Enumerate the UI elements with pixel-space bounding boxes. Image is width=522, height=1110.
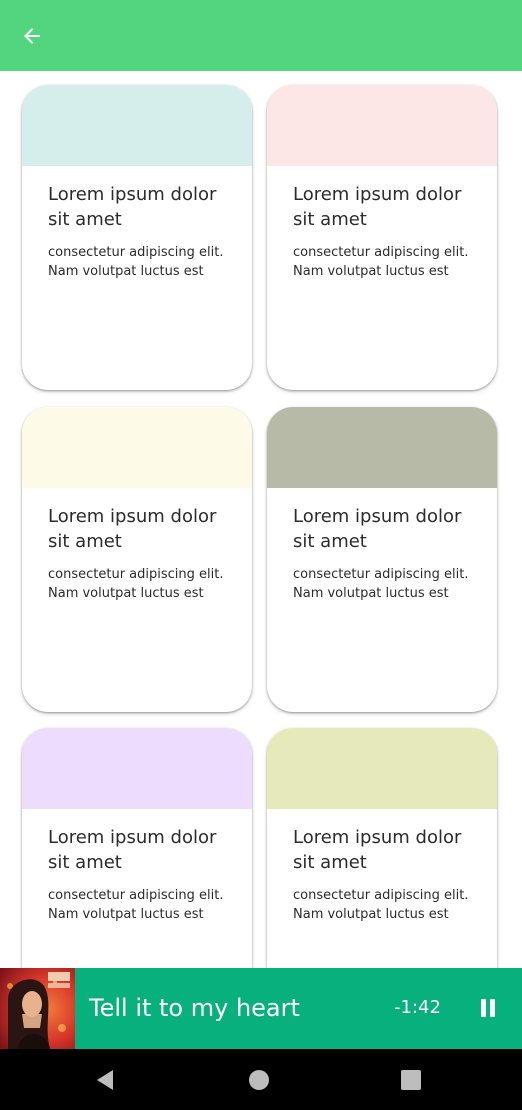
card-color-header bbox=[22, 85, 252, 166]
app-bar bbox=[0, 0, 522, 71]
card[interactable]: Lorem ipsum dolor sit amet consectetur a… bbox=[22, 85, 252, 390]
home-circle-icon bbox=[249, 1070, 269, 1090]
now-playing-bar[interactable]: Tell it to my heart -1:42 bbox=[0, 968, 522, 1049]
card-description: consectetur adipiscing elit. Nam volutpa… bbox=[293, 888, 469, 922]
pause-icon bbox=[481, 999, 495, 1017]
album-art bbox=[0, 968, 75, 1049]
card-title: Lorem ipsum dolor sit amet bbox=[48, 827, 217, 873]
pause-button[interactable] bbox=[474, 994, 502, 1022]
card-title: Lorem ipsum dolor sit amet bbox=[48, 506, 217, 552]
card-color-header bbox=[267, 728, 497, 809]
system-back-button[interactable] bbox=[89, 1064, 121, 1096]
card-grid: Lorem ipsum dolor sit amet consectetur a… bbox=[0, 71, 522, 968]
card-description: consectetur adipiscing elit. Nam volutpa… bbox=[293, 567, 469, 601]
card-color-header bbox=[22, 407, 252, 488]
card-title: Lorem ipsum dolor sit amet bbox=[293, 506, 462, 552]
card[interactable]: Lorem ipsum dolor sit amet consectetur a… bbox=[267, 728, 497, 968]
back-button[interactable] bbox=[12, 16, 52, 56]
song-title: Tell it to my heart bbox=[89, 994, 300, 1022]
card[interactable]: Lorem ipsum dolor sit amet consectetur a… bbox=[267, 407, 497, 712]
system-recents-button[interactable] bbox=[395, 1064, 427, 1096]
card[interactable]: Lorem ipsum dolor sit amet consectetur a… bbox=[22, 407, 252, 712]
system-navigation-bar bbox=[0, 1049, 522, 1110]
card-title: Lorem ipsum dolor sit amet bbox=[48, 184, 217, 230]
card[interactable]: Lorem ipsum dolor sit amet consectetur a… bbox=[267, 85, 497, 390]
back-triangle-icon bbox=[97, 1070, 113, 1090]
time-remaining: -1:42 bbox=[394, 997, 441, 1018]
card-title: Lorem ipsum dolor sit amet bbox=[293, 184, 462, 230]
system-home-button[interactable] bbox=[243, 1064, 275, 1096]
card-color-header bbox=[22, 728, 252, 809]
recents-square-icon bbox=[401, 1070, 421, 1090]
card-color-header bbox=[267, 85, 497, 166]
card-title: Lorem ipsum dolor sit amet bbox=[293, 827, 462, 873]
card-color-header bbox=[267, 407, 497, 488]
arrow-back-icon bbox=[24, 28, 40, 44]
card[interactable]: Lorem ipsum dolor sit amet consectetur a… bbox=[22, 728, 252, 968]
card-description: consectetur adipiscing elit. Nam volutpa… bbox=[48, 567, 224, 601]
card-description: consectetur adipiscing elit. Nam volutpa… bbox=[48, 888, 224, 922]
card-description: consectetur adipiscing elit. Nam volutpa… bbox=[293, 245, 469, 279]
card-description: consectetur adipiscing elit. Nam volutpa… bbox=[48, 245, 224, 279]
